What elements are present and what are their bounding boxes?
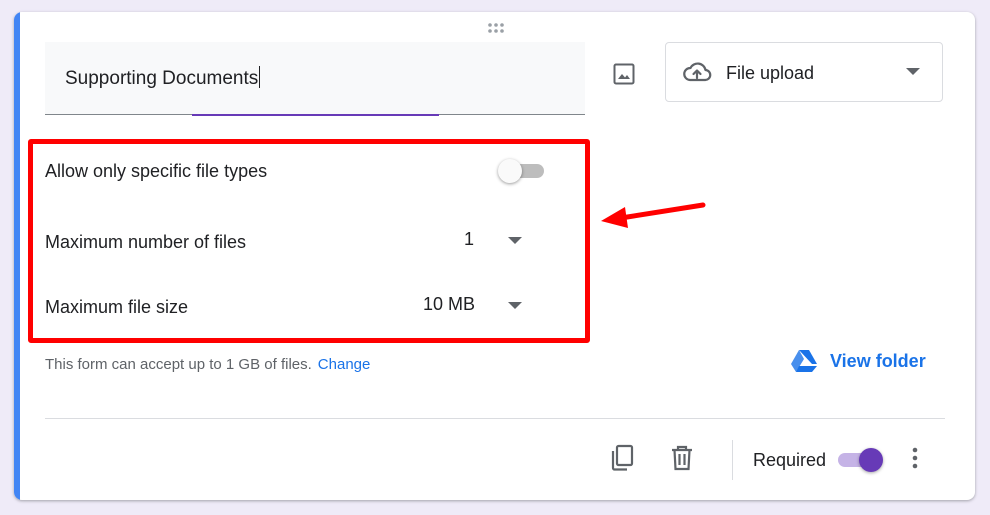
footer-vertical-divider xyxy=(732,440,733,480)
copy-icon xyxy=(611,444,634,471)
view-folder-label: View folder xyxy=(830,350,926,371)
toggle-thumb xyxy=(498,159,522,183)
max-file-size-value: 10 MB xyxy=(423,294,476,314)
question-type-label: File upload xyxy=(726,63,815,83)
required-label: Required xyxy=(753,450,827,470)
toggle-thumb xyxy=(859,448,883,472)
drag-handle-icon[interactable] xyxy=(484,22,508,34)
change-limit-link[interactable]: Change xyxy=(318,356,371,373)
max-file-size-label: Maximum file size xyxy=(45,297,189,317)
duplicate-button[interactable] xyxy=(606,442,638,474)
upload-limit-text: This form can accept up to 1 GB of files… xyxy=(45,356,312,373)
input-focus-underline xyxy=(192,114,439,116)
specific-file-types-label: Allow only specific file types xyxy=(45,161,268,181)
question-title-input[interactable]: Supporting Documents xyxy=(45,42,585,116)
footer-divider xyxy=(45,418,945,419)
question-card: Supporting Documents File upload Allow o… xyxy=(14,12,975,500)
chevron-down-icon xyxy=(508,237,522,244)
upload-limit-hint: This form can accept up to 1 GB of files… xyxy=(45,356,370,373)
delete-button[interactable] xyxy=(666,442,698,474)
more-options-button[interactable] xyxy=(903,442,927,474)
question-type-select[interactable]: File upload xyxy=(665,42,943,102)
add-image-button[interactable] xyxy=(610,60,638,88)
question-title-text: Supporting Documents xyxy=(65,66,261,89)
annotation-arrow-icon xyxy=(601,202,706,228)
max-files-label: Maximum number of files xyxy=(45,232,247,252)
more-vert-icon xyxy=(912,447,918,469)
view-folder-button[interactable]: View folder xyxy=(790,348,926,374)
image-icon xyxy=(613,63,635,85)
chevron-down-icon xyxy=(906,68,920,75)
focus-accent-bar xyxy=(14,12,20,500)
text-caret xyxy=(259,66,261,88)
max-files-value: 1 xyxy=(464,229,475,249)
google-drive-icon xyxy=(791,350,817,372)
trash-icon xyxy=(672,445,692,471)
chevron-down-icon xyxy=(508,302,522,309)
cloud-upload-icon xyxy=(683,62,712,82)
